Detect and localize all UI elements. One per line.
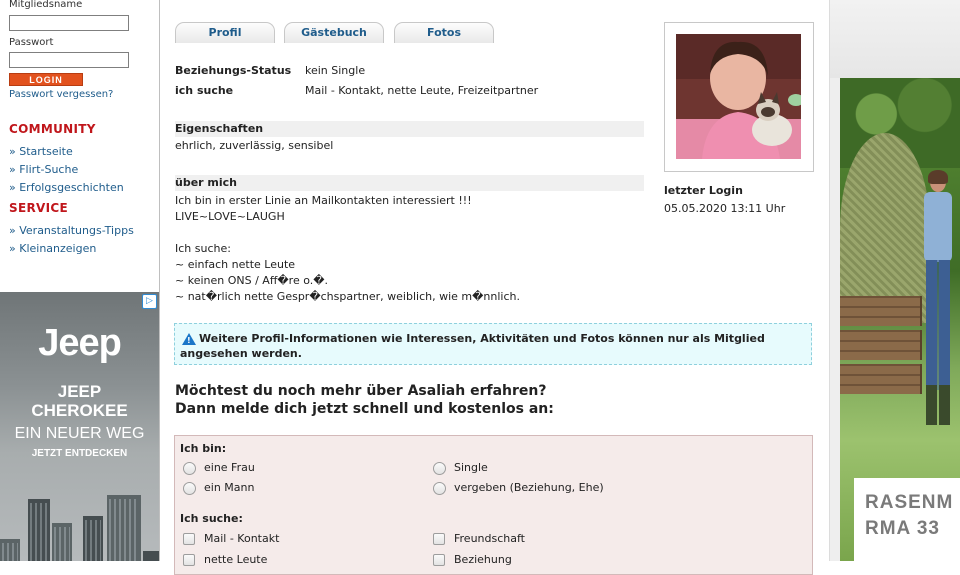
nav-startseite[interactable]: » Startseite: [9, 145, 73, 158]
ad-skyline: [0, 539, 20, 561]
about-line: Ich bin in erster Linie an Mailkontakten…: [175, 194, 472, 207]
ad-text-panel[interactable]: RASENM RMA 33: [854, 478, 960, 561]
nav-erfolgsgeschichten[interactable]: » Erfolgsgeschichten: [9, 181, 124, 194]
ich-suche-label: Ich suche:: [180, 512, 243, 525]
radio-vergeben[interactable]: [433, 482, 446, 495]
ad-choices-icon[interactable]: ▷: [142, 294, 157, 309]
about-line: LIVE~LOVE~LAUGH: [175, 210, 285, 223]
profile-photo[interactable]: [676, 34, 801, 159]
jeep-ad-banner[interactable]: ▷ Jeep JEEP CHEROKEE EIN NEUER WEG JETZT…: [0, 292, 159, 561]
ad-person: [918, 170, 958, 425]
relationship-status-label: Beziehungs-Status: [175, 64, 292, 77]
option-mail-kontakt[interactable]: Mail - Kontakt: [204, 532, 279, 545]
username-label: Mitgliedsname: [9, 0, 83, 10]
seeking-label: ich suche: [175, 84, 234, 97]
nav-flirt-suche[interactable]: » Flirt-Suche: [9, 163, 78, 176]
ad-grass-mound: [840, 133, 930, 323]
traits-heading: Eigenschaften: [175, 121, 644, 137]
checkbox-nette-leute[interactable]: [183, 554, 195, 566]
ad-line-1: JEEP: [57, 382, 102, 401]
nav-veranstaltungs-tipps[interactable]: » Veranstaltungs-Tipps: [9, 224, 134, 237]
about-heading: über mich: [175, 175, 644, 191]
ad-text-line-2: RMA 33: [865, 518, 940, 539]
seeking-value: Mail - Kontakt, nette Leute, Freizeitpar…: [305, 84, 539, 97]
option-freundschaft[interactable]: Freundschaft: [454, 532, 525, 545]
profile-photo-frame[interactable]: [664, 22, 814, 172]
ad-crate: [840, 330, 922, 360]
profile-main: Profil Gästebuch Fotos Beziehungs-Status…: [160, 0, 828, 575]
ad-crate: [840, 364, 922, 394]
traits-value: ehrlich, zuverlässig, sensibel: [175, 139, 334, 152]
password-label: Passwort: [9, 37, 54, 48]
ad-skyline: [107, 495, 141, 561]
left-sidebar: Mitgliedsname Passwort LOGIN Passwort ve…: [0, 0, 160, 561]
radio-eine-frau[interactable]: [183, 462, 196, 475]
radio-single[interactable]: [433, 462, 446, 475]
about-line: ~ einfach nette Leute: [175, 258, 296, 271]
checkbox-mail-kontakt[interactable]: [183, 533, 195, 545]
service-heading: SERVICE: [9, 201, 68, 215]
tab-fotos[interactable]: Fotos: [394, 22, 494, 43]
password-input[interactable]: [9, 52, 129, 68]
relationship-status-value: kein Single: [305, 64, 366, 77]
last-login-value: 05.05.2020 13:11 Uhr: [664, 202, 786, 215]
option-eine-frau[interactable]: eine Frau: [204, 461, 255, 474]
forgot-password-link[interactable]: Passwort vergessen?: [9, 89, 113, 100]
ad-crate: [840, 296, 922, 326]
ad-text-line-1: RASENM: [865, 492, 954, 513]
ad-skyline: [83, 516, 103, 561]
ad-line-4: JETZT ENTDECKEN: [31, 448, 128, 459]
radio-ein-mann[interactable]: [183, 482, 196, 495]
about-line: Ich suche:: [175, 242, 231, 255]
info-text-line-2: angesehen werden.: [180, 347, 302, 360]
ad-skyline: [52, 523, 72, 561]
ad-line-3: EIN NEUER WEG: [14, 425, 145, 442]
registration-form: Ich bin: eine Frau ein Mann Single verge…: [174, 435, 813, 575]
profile-photo-image: [676, 34, 801, 159]
about-line: ~ nat�rlich nette Gespr�chspartner, weib…: [175, 290, 520, 303]
cta-heading-line-1: Möchtest du noch mehr über Asaliah erfah…: [175, 383, 547, 399]
ad-skyline: [28, 499, 50, 561]
cta-heading-line-2: Dann melde dich jetzt schnell und kosten…: [175, 401, 554, 417]
tab-gaestebuch[interactable]: Gästebuch: [284, 22, 384, 43]
login-button[interactable]: LOGIN: [9, 73, 83, 86]
about-line: ~ keinen ONS / Aff�re o.�.: [175, 274, 329, 287]
option-nette-leute[interactable]: nette Leute: [204, 553, 267, 566]
checkbox-beziehung[interactable]: [433, 554, 445, 566]
checkbox-freundschaft[interactable]: [433, 533, 445, 545]
option-beziehung[interactable]: Beziehung: [454, 553, 512, 566]
last-login-label: letzter Login: [664, 184, 743, 197]
ad-line-2: CHEROKEE: [31, 401, 128, 420]
community-heading: COMMUNITY: [9, 122, 96, 136]
ad-brand-logo: Jeep: [38, 322, 122, 364]
username-input[interactable]: [9, 15, 129, 31]
option-vergeben[interactable]: vergeben (Beziehung, Ehe): [454, 481, 604, 494]
right-ad-top-area: [830, 0, 960, 78]
info-text-line-1: Weitere Profil-Informationen wie Interes…: [199, 332, 765, 345]
option-single[interactable]: Single: [454, 461, 488, 474]
tab-profil[interactable]: Profil: [175, 22, 275, 43]
ich-bin-label: Ich bin:: [180, 442, 227, 455]
right-ad-column: RASENM RMA 33: [829, 0, 960, 561]
option-ein-mann[interactable]: ein Mann: [204, 481, 254, 494]
nav-kleinanzeigen[interactable]: » Kleinanzeigen: [9, 242, 96, 255]
ad-skyline: [143, 551, 159, 561]
member-info-notice: ! Weitere Profil-Informationen wie Inter…: [174, 323, 812, 365]
